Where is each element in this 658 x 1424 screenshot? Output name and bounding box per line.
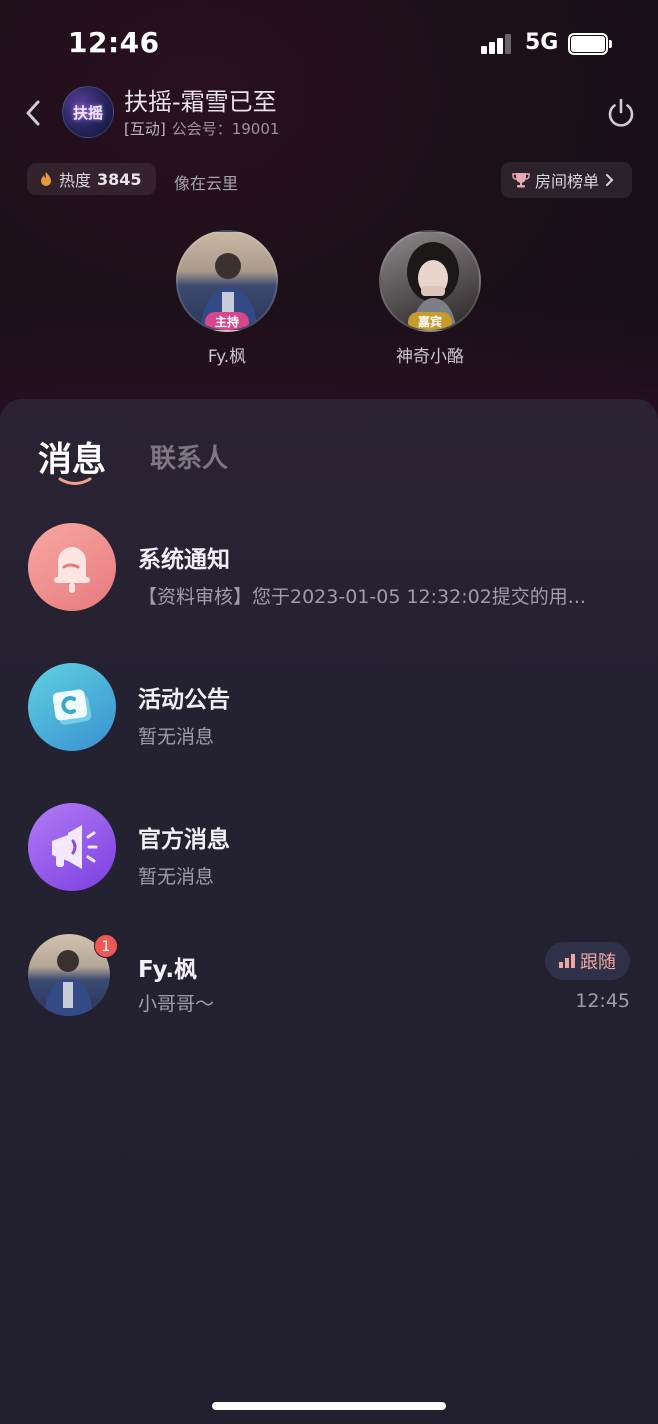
- avatar: 主持: [176, 230, 278, 332]
- heat-value: 3845: [97, 169, 142, 189]
- room-rank-button[interactable]: 房间榜单: [501, 162, 632, 198]
- follow-button[interactable]: 跟随: [545, 942, 630, 980]
- heat-label: 热度: [59, 171, 92, 190]
- network-label: 5G: [525, 30, 559, 55]
- message-title: 官方消息: [138, 827, 230, 853]
- message-title: 系统通知: [138, 547, 230, 573]
- list-item-official[interactable]: 官方消息 暂无消息: [0, 792, 658, 902]
- exit-room-button[interactable]: [604, 96, 638, 130]
- message-preview: 【资料审核】您于2023-01-05 12:32:02提交的用...: [138, 586, 586, 608]
- chevron-left-icon: [26, 100, 40, 126]
- guild-id: 公会号：19001: [171, 120, 280, 138]
- trophy-icon: [512, 173, 530, 188]
- megaphone-icon: [28, 803, 116, 891]
- room-tag: [互动]: [124, 120, 166, 138]
- status-time: 12:46: [68, 26, 160, 59]
- signal-bars-icon: [559, 954, 575, 968]
- status-bar: 12:46 5G: [0, 0, 658, 88]
- seat-role-badge: 嘉宾: [407, 312, 453, 330]
- seat-host[interactable]: 主持 Fy.枫: [167, 230, 287, 367]
- room-title: 扶摇-霜雪已至: [124, 88, 277, 116]
- battery-icon: [568, 33, 612, 55]
- home-indicator[interactable]: [212, 1402, 446, 1410]
- tab-indicator: [58, 477, 92, 485]
- tab-messages[interactable]: 消息: [38, 432, 106, 481]
- follow-label: 跟随: [580, 952, 616, 973]
- message-title: Fy.枫: [138, 957, 198, 983]
- seat-guest[interactable]: 嘉宾 神奇小酪: [370, 230, 490, 367]
- message-preview: 小哥哥～: [138, 993, 215, 1015]
- unread-badge: 1: [94, 934, 118, 958]
- room-avatar-text: 扶摇: [72, 103, 103, 122]
- activity-card-icon: [28, 663, 116, 751]
- list-item-system-notice[interactable]: 系统通知 【资料审核】您于2023-01-05 12:32:02提交的用...: [0, 512, 658, 622]
- seat-role-badge: 主持: [204, 312, 250, 330]
- message-title: 活动公告: [138, 687, 230, 713]
- signal-icon: [481, 34, 513, 54]
- seat-name: Fy.枫: [207, 347, 247, 367]
- message-time: 12:45: [575, 990, 630, 1012]
- power-icon: [608, 98, 634, 127]
- chevron-right-icon: [606, 174, 614, 186]
- seat-name: 神奇小酪: [396, 347, 464, 367]
- rank-label: 房间榜单: [535, 172, 600, 191]
- room-avatar[interactable]: 扶摇: [62, 86, 114, 138]
- room-slogan: 像在云里: [174, 174, 239, 193]
- flame-icon: [41, 172, 51, 186]
- list-item-activity[interactable]: 活动公告 暂无消息: [0, 652, 658, 762]
- tab-contacts[interactable]: 联系人: [150, 438, 228, 475]
- message-preview: 暂无消息: [138, 726, 215, 748]
- bell-icon: [28, 523, 116, 611]
- avatar: 嘉宾: [379, 230, 481, 332]
- heat-chip[interactable]: 热度 3845: [27, 163, 156, 195]
- back-button[interactable]: [20, 96, 50, 130]
- room-meta: [互动] 公会号：19001: [124, 118, 279, 139]
- message-preview: 暂无消息: [138, 866, 215, 888]
